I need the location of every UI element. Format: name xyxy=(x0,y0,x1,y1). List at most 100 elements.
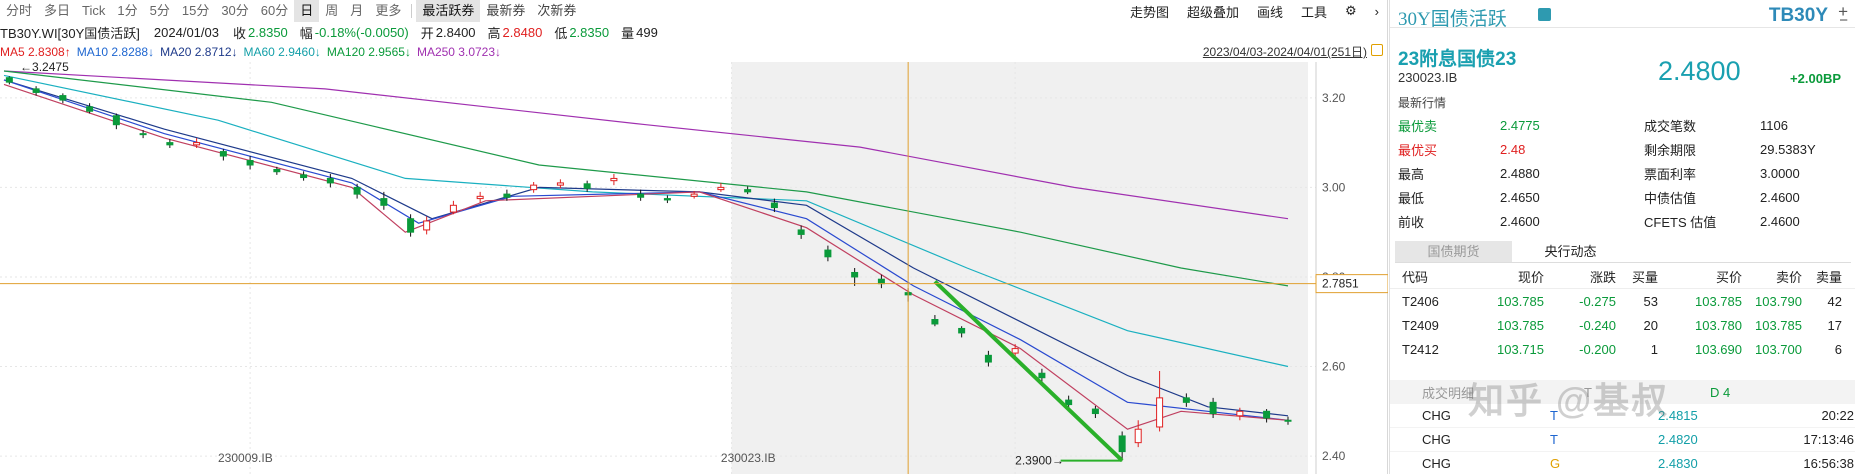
period-tab[interactable]: 月 xyxy=(344,0,369,22)
col-header[interactable]: 买量 xyxy=(1616,267,1658,286)
candle xyxy=(246,160,254,166)
trade-price: 2.4820 xyxy=(1658,432,1698,447)
cell: T2409 xyxy=(1402,317,1439,333)
lock-icon[interactable] xyxy=(1371,44,1383,56)
trend-chart-button[interactable]: 走势图 xyxy=(1121,2,1178,21)
candle xyxy=(984,354,992,363)
candle xyxy=(1284,419,1292,422)
cell: 42 xyxy=(1827,293,1842,309)
amp-label: 幅 xyxy=(299,25,313,41)
trade-row[interactable]: CHG G 2.4830 16:56:38 xyxy=(1390,452,1855,474)
candle xyxy=(1209,401,1217,415)
col-header[interactable]: 现价 xyxy=(1460,267,1544,286)
quote-label: 最高 xyxy=(1398,166,1425,182)
table-row[interactable]: T2409 103.785 -0.240 20 103.780 103.785 … xyxy=(1390,313,1855,337)
candle xyxy=(112,115,120,126)
candle xyxy=(32,88,40,93)
period-tab[interactable]: 周 xyxy=(319,0,344,22)
watermark: 知乎 @基叔 xyxy=(1468,380,1670,421)
toolbar: 分时 多日 Tick 1分 5分 15分 30分 60分 日 周 月 更多 最活… xyxy=(0,0,1388,22)
candle xyxy=(300,174,308,179)
col-header[interactable]: 涨跌 xyxy=(1544,267,1616,286)
candle xyxy=(931,319,939,325)
candle xyxy=(353,186,361,195)
cell: 1 xyxy=(1650,341,1658,357)
period-tab[interactable]: 多日 xyxy=(38,0,76,22)
period-tab-active[interactable]: 日 xyxy=(294,0,320,22)
candle xyxy=(663,198,671,201)
candle xyxy=(610,177,618,182)
period-tab[interactable]: 15分 xyxy=(176,0,215,22)
volume-value: 499 xyxy=(636,24,658,40)
open-value: 2.8400 xyxy=(435,24,476,40)
cell: -0.275 xyxy=(1579,293,1616,309)
more-periods-button[interactable]: 更多 xyxy=(369,0,407,22)
candlestick-chart[interactable]: 3.203.002.802.602.402.7851←3.24752.3900→… xyxy=(0,62,1388,474)
close-value: 2.8350 xyxy=(248,24,288,40)
symbol: TB30Y.WI[30Y国债活跃] xyxy=(0,25,140,41)
draw-line-button[interactable]: 画线 xyxy=(1248,2,1292,21)
quote-info-bar: TB30Y.WI[30Y国债活跃] 2024/01/03 收 2.8350 幅 -0… xyxy=(0,22,664,42)
quote-label: 中债估值 xyxy=(1644,190,1697,206)
col-header[interactable]: 卖价 xyxy=(1742,267,1802,286)
edit-icon[interactable] xyxy=(1538,8,1551,21)
low-value: 2.8350 xyxy=(569,24,610,40)
tab-futures[interactable]: 国债期货 xyxy=(1395,241,1512,262)
divider xyxy=(411,4,413,18)
col-header[interactable]: 代码 xyxy=(1390,267,1460,286)
cell: 103.785 xyxy=(1695,293,1742,309)
quote-value: 2.4880 xyxy=(1500,165,1540,181)
candle xyxy=(556,182,564,186)
ma10-label: MA10 2.8288↓ xyxy=(76,45,155,59)
bond-name: 23附息国债23 xyxy=(1398,49,1517,70)
period-tab[interactable]: 分时 xyxy=(0,0,38,22)
bond-tab-most-active[interactable]: 最活跃券 xyxy=(416,0,481,22)
volume-label: 量 xyxy=(621,25,635,41)
trade-row[interactable]: CHG T 2.4820 17:13:46 xyxy=(1390,428,1855,452)
high-value: 2.8480 xyxy=(502,24,543,40)
bond-tab-latest[interactable]: 最新券 xyxy=(480,0,531,22)
quote-row: 最低 2.4650 中债估值 2.4600 xyxy=(1390,185,1855,209)
ma5-label: MA5 2.8308↑ xyxy=(0,45,71,59)
period-tab[interactable]: Tick xyxy=(76,0,111,22)
table-row[interactable]: T2406 103.785 -0.275 53 103.785 103.790 … xyxy=(1390,289,1855,313)
trade-type: CHG xyxy=(1422,456,1451,471)
cell: 53 xyxy=(1643,293,1658,309)
trade-source: G xyxy=(1550,456,1561,471)
candle xyxy=(380,198,388,206)
quote-label: 剩余期限 xyxy=(1644,142,1697,158)
cell: -0.240 xyxy=(1579,317,1616,333)
low-annotation: 2.3900→ xyxy=(1015,454,1064,468)
candle xyxy=(1118,435,1126,453)
period-tab[interactable]: 30分 xyxy=(215,0,254,22)
quote-value: 2.4600 xyxy=(1500,213,1540,229)
date-range[interactable]: 2023/04/03-2024/04/01(251日) xyxy=(1203,43,1367,60)
col-header[interactable]: 买价 xyxy=(1658,267,1742,286)
trade-header[interactable]: 成交明细 xyxy=(1390,383,1480,402)
selection-region xyxy=(731,62,1308,474)
y-tick-label: 3.20 xyxy=(1322,91,1346,105)
chevron-right-icon[interactable]: › xyxy=(1366,4,1388,19)
period-tab[interactable]: 60分 xyxy=(255,0,294,22)
period-tab[interactable]: 1分 xyxy=(111,0,143,22)
cell: 103.690 xyxy=(1695,341,1742,357)
quote-value: 2.4650 xyxy=(1500,189,1540,205)
cell: 103.785 xyxy=(1497,293,1544,309)
col-header[interactable]: 卖量 xyxy=(1802,267,1842,286)
cell: T2412 xyxy=(1402,341,1439,357)
panel-tabs: 国债期货 央行动态 xyxy=(1395,241,1851,263)
minus-icon[interactable]: − xyxy=(1839,12,1848,29)
table-row[interactable]: T2412 103.715 -0.200 1 103.690 103.700 6 xyxy=(1390,337,1855,361)
settings-icon[interactable]: ⚙ xyxy=(1336,3,1366,19)
cell: 103.785 xyxy=(1755,317,1802,333)
bond-tab-second-latest[interactable]: 次新券 xyxy=(531,0,582,22)
period-tab[interactable]: 5分 xyxy=(144,0,176,22)
overlay-button[interactable]: 超级叠加 xyxy=(1178,2,1248,21)
price-change: +2.00BP xyxy=(1790,71,1841,86)
trade-type: CHG xyxy=(1422,432,1451,447)
candle xyxy=(824,249,832,258)
quote-value: 29.5383Y xyxy=(1760,141,1816,157)
tools-button[interactable]: 工具 xyxy=(1292,2,1336,21)
tab-central-bank[interactable]: 央行动态 xyxy=(1512,241,1629,262)
quote-row: 最优买 2.48 剩余期限 29.5383Y xyxy=(1390,137,1855,161)
